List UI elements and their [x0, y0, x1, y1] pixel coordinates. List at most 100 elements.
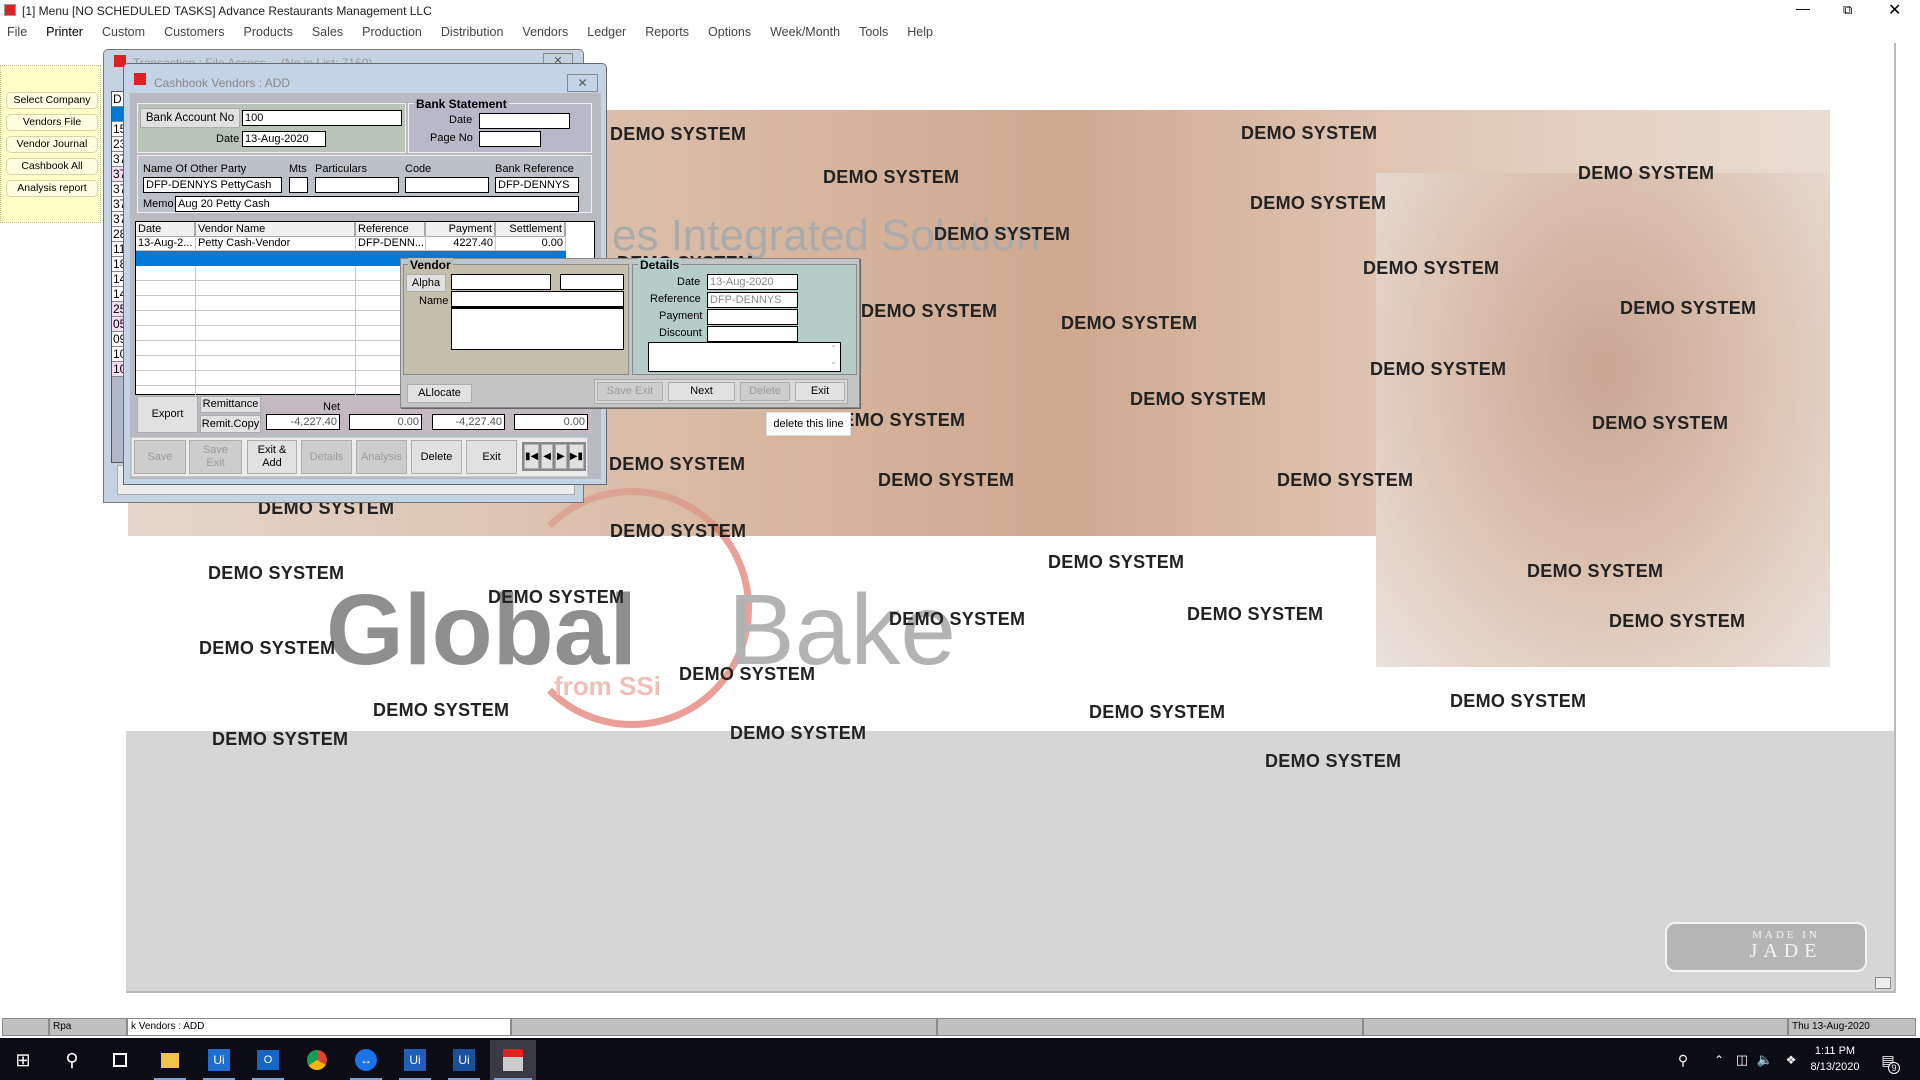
cell-date[interactable]: 13-Aug-2... [136, 236, 196, 251]
vendor-code-input[interactable] [560, 274, 624, 290]
empty-grid-cell[interactable] [196, 296, 356, 311]
clock[interactable]: 1:11 PM 8/13/2020 [1805, 1043, 1865, 1075]
vendor-name-input[interactable] [451, 291, 624, 307]
analysis-button[interactable]: Analysis [356, 440, 407, 474]
code-input[interactable] [405, 177, 489, 193]
menu-ledger[interactable]: Ledger [587, 25, 626, 39]
save-exit-button[interactable]: Save Exit [189, 440, 242, 474]
remittance-button[interactable]: Remittance [200, 396, 261, 413]
menu-custom[interactable]: Custom [102, 25, 145, 39]
column-header-date[interactable]: Date [136, 222, 196, 237]
close-button[interactable]: ✕ [1888, 0, 1901, 20]
memo-input[interactable]: Aug 20 Petty Cash [175, 196, 579, 212]
menu-tools[interactable]: Tools [859, 25, 888, 39]
bank-reference-input[interactable]: DFP-DENNYS [495, 177, 579, 193]
first-record-icon[interactable]: ▮◀ [524, 444, 540, 469]
allocate-button[interactable]: ALlocate [407, 384, 472, 403]
cell-vendor-name[interactable]: Petty Cash-Vendor [196, 236, 356, 251]
empty-grid-cell[interactable] [136, 371, 196, 386]
menu-options[interactable]: Options [708, 25, 751, 39]
next-record-icon[interactable]: ▶ [555, 444, 567, 469]
statement-date-input[interactable] [479, 113, 570, 129]
people-icon[interactable]: ⚲ [1663, 1040, 1703, 1080]
ssi-app-icon[interactable] [490, 1040, 536, 1080]
popup-delete-button[interactable]: Delete [740, 382, 790, 401]
last-record-icon[interactable]: ▶▮ [568, 444, 584, 469]
restore-button[interactable]: ⧉ [1843, 2, 1852, 18]
empty-grid-cell[interactable] [196, 281, 356, 296]
start-icon[interactable]: ⊞ [3, 1040, 43, 1080]
chrome-icon[interactable] [297, 1040, 337, 1080]
task-view-icon[interactable] [100, 1040, 140, 1080]
page-no-input[interactable] [479, 131, 541, 147]
menu-products[interactable]: Products [244, 25, 293, 39]
alpha-button[interactable]: Alpha [406, 274, 446, 292]
mts-input[interactable] [289, 177, 308, 193]
empty-grid-cell[interactable] [196, 311, 356, 326]
tile-icon[interactable] [1875, 977, 1891, 989]
notification-icon[interactable]: ▤ 9 [1868, 1040, 1908, 1080]
empty-grid-cell[interactable] [136, 266, 196, 281]
minimize-button[interactable]: — [1796, 0, 1814, 16]
uipath-icon[interactable]: Ui [199, 1040, 239, 1080]
details-date-input[interactable]: 13-Aug-2020 [707, 274, 798, 290]
scroll-up-icon[interactable]: ⌃ [830, 344, 837, 353]
cell-payment[interactable]: 4227.40 [426, 236, 496, 251]
save-button[interactable]: Save [134, 440, 186, 474]
particulars-input[interactable] [315, 177, 399, 193]
scroll-down-icon[interactable]: ⌄ [830, 357, 837, 366]
details-button[interactable]: Details [301, 440, 352, 474]
popup-next-button[interactable]: Next [668, 382, 735, 401]
analysis-report-button[interactable]: Analysis report [6, 180, 98, 197]
uipath-robot-icon[interactable]: Ui [444, 1040, 484, 1080]
empty-grid-cell[interactable] [196, 371, 356, 386]
empty-grid-cell[interactable] [136, 326, 196, 341]
menu-production[interactable]: Production [362, 25, 422, 39]
menu-reports[interactable]: Reports [645, 25, 689, 39]
remit-copy-button[interactable]: Remit.Copy [200, 415, 261, 433]
alpha-input[interactable] [451, 274, 551, 290]
empty-grid-cell[interactable] [196, 266, 356, 281]
file-explorer-icon[interactable] [150, 1040, 190, 1080]
menu-help[interactable]: Help [907, 25, 933, 39]
cell-settlement[interactable]: 0.00 [496, 236, 566, 251]
outlook-icon[interactable]: O [248, 1040, 288, 1080]
details-notes-box[interactable]: ⌃ ⌄ [648, 342, 841, 372]
column-header-vendor-name[interactable]: Vendor Name [196, 222, 356, 237]
popup-save-exit-button[interactable]: Save Exit [597, 382, 663, 401]
empty-grid-cell[interactable] [136, 296, 196, 311]
details-payment-input[interactable] [707, 309, 798, 325]
menu-distribution[interactable]: Distribution [441, 25, 504, 39]
exit-button[interactable]: Exit [466, 440, 517, 474]
empty-grid-cell[interactable] [136, 356, 196, 371]
menu-vendors[interactable]: Vendors [522, 25, 568, 39]
bank-account-no-button[interactable]: Bank Account No [140, 108, 240, 128]
vendors-file-button[interactable]: Vendors File [6, 114, 98, 131]
empty-grid-cell[interactable] [136, 311, 196, 326]
date-input[interactable]: 13-Aug-2020 [242, 131, 326, 147]
details-discount-input[interactable] [707, 326, 798, 342]
column-header-settlement[interactable]: Settlement [496, 222, 566, 237]
empty-grid-cell[interactable] [196, 341, 356, 356]
previous-record-icon[interactable]: ◀ [541, 444, 553, 469]
cell-reference[interactable]: DFP-DENN... [356, 236, 426, 251]
popup-exit-button[interactable]: Exit [795, 382, 845, 401]
menu-customers[interactable]: Customers [164, 25, 224, 39]
menu-printer[interactable]: Printer [46, 25, 83, 39]
vendor-journal-button[interactable]: Vendor Journal [6, 136, 98, 153]
select-company-button[interactable]: Select Company [6, 92, 98, 109]
export-button[interactable]: Export [137, 396, 198, 433]
bank-account-no-input[interactable]: 100 [242, 110, 402, 126]
menu-sales[interactable]: Sales [312, 25, 343, 39]
cashbook-all-button[interactable]: Cashbook All [6, 158, 98, 175]
delete-button[interactable]: Delete [411, 440, 462, 474]
details-reference-input[interactable]: DFP-DENNYS [707, 292, 798, 308]
vendor-address-box[interactable] [451, 307, 624, 350]
menu-file[interactable]: File [7, 25, 27, 39]
exit-add-button[interactable]: Exit & Add [247, 440, 297, 474]
other-party-input[interactable]: DFP-DENNYS PettyCash [143, 177, 282, 193]
column-header-payment[interactable]: Payment [426, 222, 496, 237]
menu-week-month[interactable]: Week/Month [770, 25, 840, 39]
empty-grid-cell[interactable] [136, 281, 196, 296]
empty-grid-cell[interactable] [196, 326, 356, 341]
